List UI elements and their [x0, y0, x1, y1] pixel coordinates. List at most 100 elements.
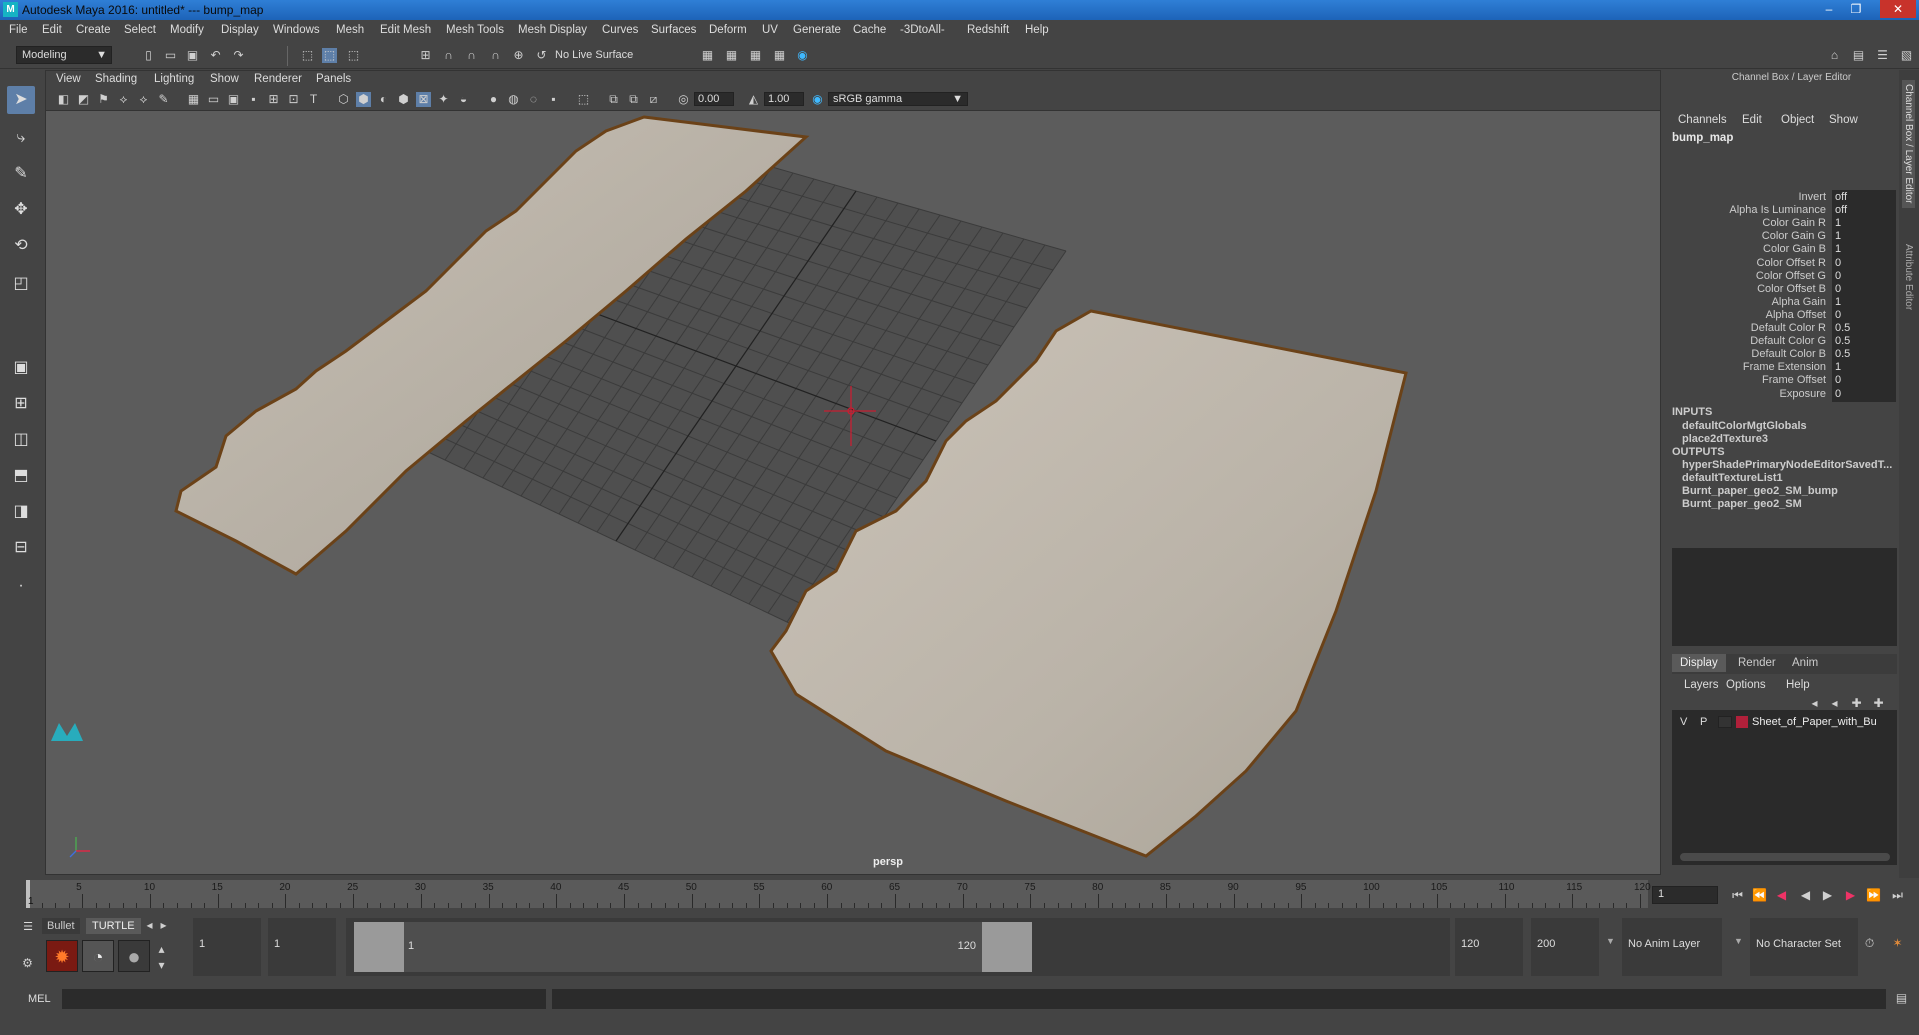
input-node[interactable]: place2dTexture3 [1682, 433, 1897, 445]
auto-key-icon[interactable]: ⏱ [1862, 936, 1877, 951]
new-layer-icon[interactable]: ✚ [1849, 696, 1864, 711]
menu-mesh-tools[interactable]: Mesh Tools [446, 24, 504, 36]
channel-value-field[interactable]: 0 [1832, 386, 1896, 402]
animation-start-field[interactable]: 1 [193, 918, 261, 976]
shelf-down-arrow-icon[interactable]: ▾ [154, 958, 169, 973]
isolate-select-icon[interactable]: ⬚ [576, 92, 591, 107]
workspace-icon[interactable]: ⌂ [1827, 48, 1842, 63]
vp-menu-lighting[interactable]: Lighting [154, 73, 194, 85]
range-slider-track[interactable]: 1 120 [346, 918, 1450, 976]
attribute-editor-icon[interactable]: ☰ [1875, 48, 1890, 63]
snap-view-icon[interactable]: ∩ [488, 48, 503, 63]
gamma-icon[interactable]: ◭ [746, 92, 761, 107]
menu-cache[interactable]: Cache [853, 24, 886, 36]
3d-scene[interactable] [46, 111, 1662, 875]
layer-menu-layers[interactable]: Layers [1684, 679, 1719, 691]
tab-channels[interactable]: Channels [1678, 114, 1727, 126]
exposure-icon[interactable]: ◎ [676, 92, 691, 107]
camera-attributes-icon[interactable]: ◩ [76, 92, 91, 107]
menu-generate[interactable]: Generate [793, 24, 841, 36]
motion-blur-icon[interactable]: ◍ [506, 92, 521, 107]
minimize-button[interactable]: – [1816, 0, 1842, 18]
smooth-shade-icon[interactable]: ⬢ [356, 92, 371, 107]
menu-file[interactable]: File [9, 24, 28, 36]
anim-layer-dropdown[interactable]: No Anim Layer [1622, 918, 1722, 976]
step-forward-key-icon[interactable]: ⏩ [1866, 888, 1881, 903]
grease-pencil-icon[interactable]: ✎ [156, 92, 171, 107]
xray-components-icon[interactable]: ⧄ [646, 92, 661, 107]
color-space-dropdown[interactable]: sRGB gamma ▼ [828, 92, 968, 106]
menu-create[interactable]: Create [76, 24, 111, 36]
menu-windows[interactable]: Windows [273, 24, 320, 36]
field-chart-icon[interactable]: ⊞ [266, 92, 281, 107]
menu-uv[interactable]: UV [762, 24, 778, 36]
gamma-field[interactable]: 1.00 [764, 92, 804, 106]
safe-action-icon[interactable]: ⊡ [286, 92, 301, 107]
vp-menu-panels[interactable]: Panels [316, 73, 351, 85]
new-scene-icon[interactable]: ▯ [141, 48, 156, 63]
snap-grid-icon[interactable]: ⊞ [418, 48, 433, 63]
snap-surface-icon[interactable]: ⊕ [511, 48, 526, 63]
playback-end-field[interactable]: 120 [1455, 918, 1523, 976]
shadows-icon[interactable]: ◒ [456, 92, 471, 107]
layer-name[interactable]: Sheet_of_Paper_with_Bu [1752, 716, 1877, 728]
camera-icon[interactable]: ◧ [56, 92, 71, 107]
layer-menu-options[interactable]: Options [1726, 679, 1766, 691]
range-slider-start-handle[interactable] [354, 922, 404, 972]
save-scene-icon[interactable]: ▣ [185, 48, 200, 63]
hypershade-layout-icon[interactable]: ⊟ [7, 534, 35, 562]
range-slider-end-handle[interactable] [982, 922, 1032, 972]
output-node[interactable]: hyperShadePrimaryNodeEditorSavedT... [1682, 459, 1897, 471]
four-pane-layout-icon[interactable]: ⊞ [7, 390, 35, 418]
shelf-tab-bullet[interactable]: Bullet [42, 918, 80, 934]
channel-box-icon[interactable]: ▧ [1899, 48, 1914, 63]
layer-list-scrollbar[interactable] [1680, 853, 1890, 861]
gate-mask-icon[interactable]: ▪ [246, 92, 261, 107]
menu-surfaces[interactable]: Surfaces [651, 24, 696, 36]
menu-modify[interactable]: Modify [170, 24, 204, 36]
undo-icon[interactable]: ↶ [208, 48, 223, 63]
layer-display-type-toggle[interactable] [1718, 716, 1732, 728]
vp-menu-shading[interactable]: Shading [95, 73, 137, 85]
shelf-up-arrow-icon[interactable]: ▴ [154, 942, 169, 957]
use-all-lights-icon[interactable]: ✦ [436, 92, 451, 107]
render-view-icon[interactable]: ◉ [795, 48, 810, 63]
hypershade-icon[interactable]: ▦ [772, 48, 787, 63]
vp-menu-renderer[interactable]: Renderer [254, 73, 302, 85]
node-name[interactable]: bump_map [1672, 132, 1733, 144]
layer-row[interactable]: V P Sheet_of_Paper_with_Bu [1676, 714, 1894, 730]
shelf-scroll-left-icon[interactable]: ◂ [142, 918, 157, 933]
ipr-render-icon[interactable]: ▦ [724, 48, 739, 63]
output-node[interactable]: Burnt_paper_geo2_SM [1682, 498, 1897, 510]
select-object-icon[interactable]: ⬚ [322, 48, 337, 63]
shelf-render-icon[interactable]: ◔ [82, 940, 114, 972]
menu-curves[interactable]: Curves [602, 24, 638, 36]
channel-row[interactable]: Exposure 0 [1664, 386, 1896, 403]
shelf-settings-icon[interactable]: ⚙ [20, 956, 35, 971]
menu-deform[interactable]: Deform [709, 24, 747, 36]
xray-joints-icon[interactable]: ⧉ [626, 92, 641, 107]
side-tab-attribute-editor[interactable]: Attribute Editor [1902, 240, 1915, 314]
new-layer-selected-icon[interactable]: ✚ [1871, 696, 1886, 711]
layer-color-swatch[interactable] [1736, 716, 1748, 728]
chevron-down-icon[interactable]: ▼ [1734, 936, 1743, 946]
wireframe-on-shaded-icon[interactable]: ⬢ [396, 92, 411, 107]
anti-aliasing-icon[interactable]: ◌ [526, 92, 541, 107]
textured-icon[interactable]: ⊠ [416, 92, 431, 107]
screen-space-ao-icon[interactable]: ● [486, 92, 501, 107]
vp-menu-show[interactable]: Show [210, 73, 239, 85]
menu-select[interactable]: Select [124, 24, 156, 36]
select-component-icon[interactable]: ⬚ [346, 48, 361, 63]
layer-menu-help[interactable]: Help [1786, 679, 1810, 691]
more-layouts-icon[interactable]: · [7, 572, 35, 600]
layer-visibility-toggle[interactable]: V [1680, 716, 1687, 728]
maximize-button[interactable]: ❐ [1843, 0, 1869, 18]
menu-display[interactable]: Display [221, 24, 259, 36]
play-back-icon[interactable]: ◀ [1798, 888, 1813, 903]
menu-redshift[interactable]: Redshift [967, 24, 1009, 36]
tab-edit[interactable]: Edit [1742, 114, 1762, 126]
render-settings-icon[interactable]: ▦ [748, 48, 763, 63]
layer-move-down-icon[interactable]: ◂ [1827, 696, 1842, 711]
shelf-sphere-icon[interactable]: ● [118, 940, 150, 972]
menu-help[interactable]: Help [1025, 24, 1049, 36]
